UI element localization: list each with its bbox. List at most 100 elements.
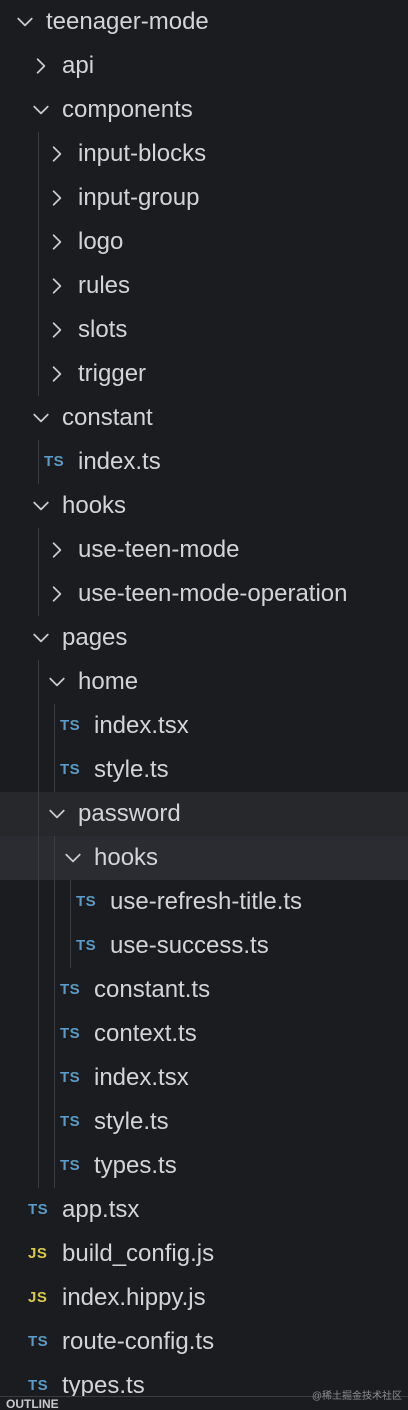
indent-guide xyxy=(38,528,39,572)
file-home-index-tsx[interactable]: TS index.tsx xyxy=(0,704,408,748)
chevron-right-icon[interactable] xyxy=(46,176,68,220)
chevron-right-icon[interactable] xyxy=(30,44,52,88)
chevron-right-icon[interactable] xyxy=(46,132,68,176)
file-use-refresh-title-ts[interactable]: TS use-refresh-title.ts xyxy=(0,880,408,924)
file-route-config-ts[interactable]: TS route-config.ts xyxy=(0,1320,408,1364)
tree-item-label: use-teen-mode-operation xyxy=(78,580,348,607)
indent-guide xyxy=(54,924,55,968)
file-use-success-ts[interactable]: TS use-success.ts xyxy=(0,924,408,968)
typescript-file-icon: TS xyxy=(76,893,97,910)
indent-guide xyxy=(54,880,55,924)
tree-item-label: trigger xyxy=(78,360,147,387)
chevron-down-icon[interactable] xyxy=(30,616,52,660)
file-home-style-ts[interactable]: TS style.ts xyxy=(0,748,408,792)
chevron-right-icon[interactable] xyxy=(46,308,68,352)
folder-input-group[interactable]: input-group xyxy=(0,176,408,220)
tree-item-label: index.tsx xyxy=(94,712,189,739)
folder-use-teen-mode-operation[interactable]: use-teen-mode-operation xyxy=(0,572,408,616)
folder-components[interactable]: components xyxy=(0,88,408,132)
file-index-hippy-js[interactable]: JS index.hippy.js xyxy=(0,1276,408,1320)
tree-item-label: pages xyxy=(62,624,128,651)
folder-password-hooks[interactable]: hooks xyxy=(0,836,408,880)
tree-item-label: home xyxy=(78,668,139,695)
typescript-file-icon: TS xyxy=(60,1113,81,1130)
folder-constant[interactable]: constant xyxy=(0,396,408,440)
tree-item-label: rules xyxy=(78,272,131,299)
indent-guide xyxy=(38,968,39,1012)
typescript-file-icon: TS xyxy=(60,1025,81,1042)
indent-guide xyxy=(70,880,71,924)
tree-item-label: build_config.js xyxy=(62,1240,215,1267)
indent-guide xyxy=(54,1100,55,1144)
file-build-config-js[interactable]: JS build_config.js xyxy=(0,1232,408,1276)
folder-api[interactable]: api xyxy=(0,44,408,88)
indent-guide xyxy=(38,132,39,176)
watermark: @稀土掘金技术社区 xyxy=(311,1391,402,1402)
typescript-file-icon: TS xyxy=(60,761,81,778)
chevron-right-icon[interactable] xyxy=(46,220,68,264)
folder-hooks[interactable]: hooks xyxy=(0,484,408,528)
file-constant-index-ts[interactable]: TS index.ts xyxy=(0,440,408,484)
indent-guide xyxy=(38,220,39,264)
folder-teenager-mode[interactable]: teenager-mode xyxy=(0,0,408,44)
tree-item-label: index.ts xyxy=(78,448,161,475)
folder-rules[interactable]: rules xyxy=(0,264,408,308)
folder-use-teen-mode[interactable]: use-teen-mode xyxy=(0,528,408,572)
tree-item-label: hooks xyxy=(62,492,127,519)
indent-guide xyxy=(54,1144,55,1188)
tree-item-label: app.tsx xyxy=(62,1196,140,1223)
typescript-file-icon: TS xyxy=(28,1333,49,1350)
chevron-right-icon[interactable] xyxy=(46,528,68,572)
indent-guide xyxy=(38,924,39,968)
chevron-right-icon[interactable] xyxy=(46,264,68,308)
file-password-types-ts[interactable]: TS types.ts xyxy=(0,1144,408,1188)
file-explorer-tree: teenager-mode api components input-blocks in… xyxy=(0,0,408,1408)
chevron-down-icon[interactable] xyxy=(46,792,68,836)
chevron-right-icon[interactable] xyxy=(46,572,68,616)
folder-password[interactable]: password xyxy=(0,792,408,836)
file-password-context-ts[interactable]: TS context.ts xyxy=(0,1012,408,1056)
folder-trigger[interactable]: trigger xyxy=(0,352,408,396)
tree-item-label: use-teen-mode xyxy=(78,536,240,563)
tree-item-label: style.ts xyxy=(94,1108,169,1135)
indent-guide xyxy=(38,572,39,616)
file-password-constant-ts[interactable]: TS constant.ts xyxy=(0,968,408,1012)
tree-item-label: constant.ts xyxy=(94,976,211,1003)
indent-guide xyxy=(38,836,39,880)
chevron-down-icon[interactable] xyxy=(62,836,84,880)
folder-slots[interactable]: slots xyxy=(0,308,408,352)
folder-logo[interactable]: logo xyxy=(0,220,408,264)
folder-input-blocks[interactable]: input-blocks xyxy=(0,132,408,176)
typescript-file-icon: TS xyxy=(44,453,65,470)
indent-guide xyxy=(38,748,39,792)
tree-item-label: use-refresh-title.ts xyxy=(110,888,303,915)
indent-guide xyxy=(54,1012,55,1056)
indent-guide xyxy=(38,440,39,484)
file-app-tsx[interactable]: TS app.tsx xyxy=(0,1188,408,1232)
chevron-down-icon[interactable] xyxy=(14,0,36,44)
chevron-down-icon[interactable] xyxy=(30,88,52,132)
chevron-down-icon[interactable] xyxy=(46,660,68,704)
folder-home[interactable]: home xyxy=(0,660,408,704)
indent-guide xyxy=(54,748,55,792)
chevron-right-icon[interactable] xyxy=(46,352,68,396)
chevron-down-icon[interactable] xyxy=(30,484,52,528)
outline-label: OUTLINE xyxy=(6,1397,59,1410)
chevron-down-icon[interactable] xyxy=(30,396,52,440)
tree-item-label: logo xyxy=(78,228,124,255)
tree-item-label: teenager-mode xyxy=(46,8,209,35)
typescript-file-icon: TS xyxy=(76,937,97,954)
indent-guide xyxy=(38,880,39,924)
indent-guide xyxy=(38,308,39,352)
indent-guide xyxy=(70,924,71,968)
tree-item-label: constant xyxy=(62,404,153,431)
tree-item-label: slots xyxy=(78,316,128,343)
tree-item-label: api xyxy=(62,52,95,79)
file-password-index-tsx[interactable]: TS index.tsx xyxy=(0,1056,408,1100)
tree-item-label: hooks xyxy=(94,844,159,871)
typescript-file-icon: TS xyxy=(60,717,81,734)
folder-pages[interactable]: pages xyxy=(0,616,408,660)
file-password-style-ts[interactable]: TS style.ts xyxy=(0,1100,408,1144)
indent-guide xyxy=(54,968,55,1012)
tree-item-label: route-config.ts xyxy=(62,1328,215,1355)
